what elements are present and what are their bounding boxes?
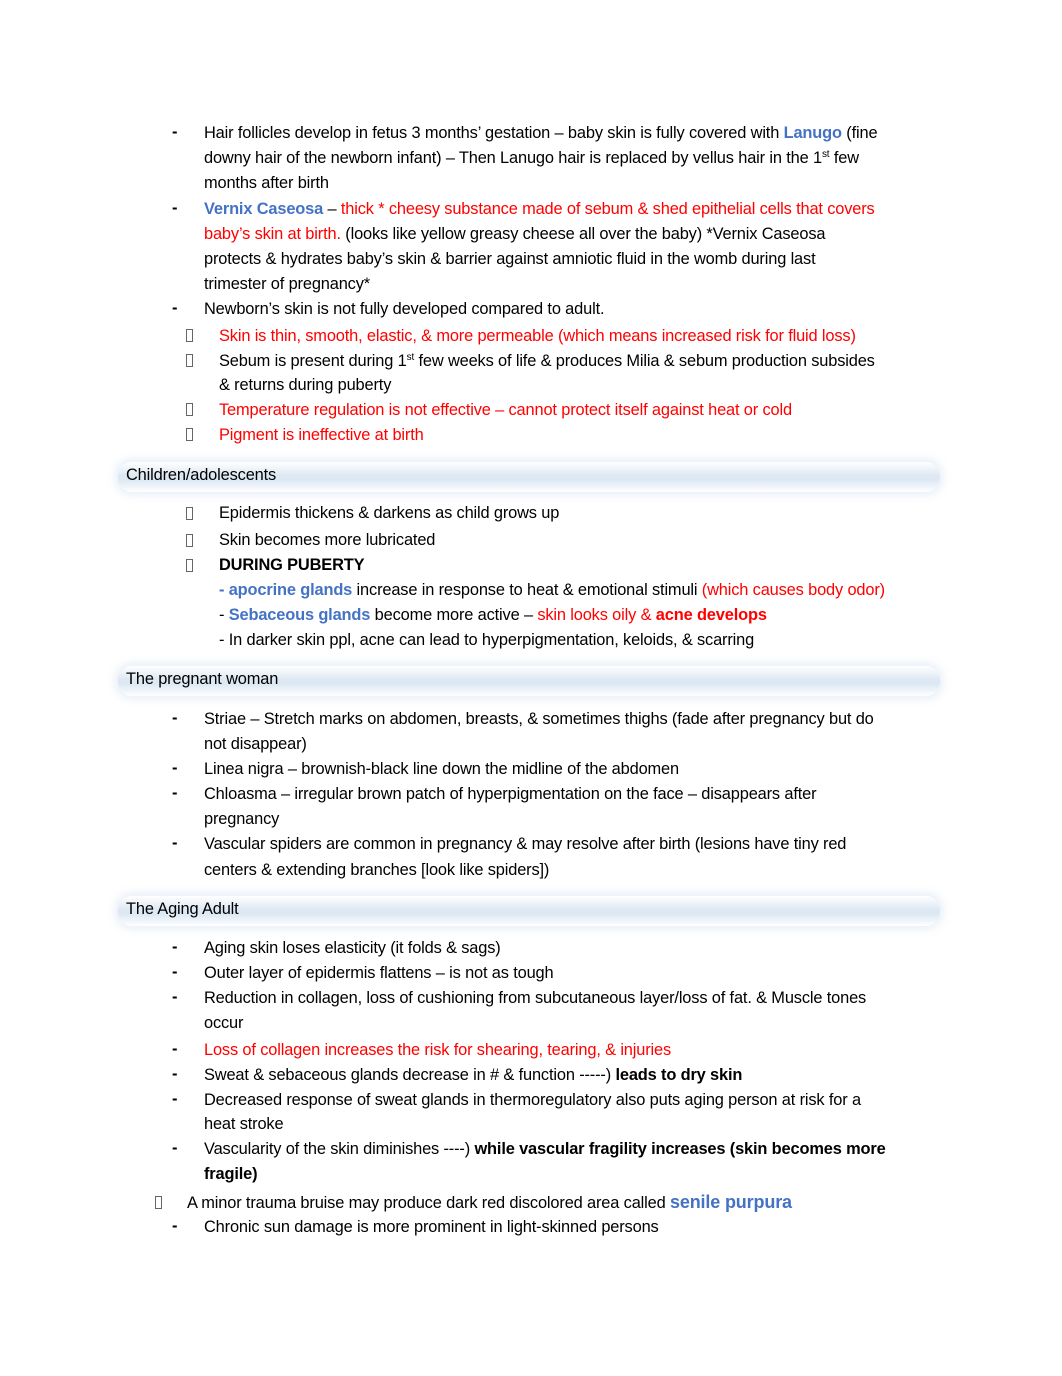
list-item-line: Linea nigra – brownish-black line down t… (204, 760, 679, 778)
dash-bullet-icon: - (172, 1040, 178, 1058)
list-item-line: Striae – Stretch marks on abdomen, breas… (204, 710, 874, 728)
missing-glyph-bullet-icon (186, 532, 193, 548)
dash-bullet-icon: - (172, 759, 178, 777)
list-item-line: months after birth (204, 174, 329, 192)
dash-bullet-icon: - (172, 784, 178, 802)
sub-item-line: Skin becomes more lubricated (219, 531, 436, 549)
dash-bullet-icon: - (172, 1065, 178, 1083)
sub-item-line: DURING PUBERTY (219, 556, 365, 574)
list-item-line: Sweat & sebaceous glands decrease in # &… (204, 1066, 743, 1084)
list-item-line: Outer layer of epidermis flattens – is n… (204, 964, 554, 982)
dash-bullet-icon: - (172, 988, 178, 1006)
list-item-line: Vascular spiders are common in pregnancy… (204, 835, 847, 853)
list-item-line: Hair follicles develop in fetus 3 months… (204, 124, 878, 142)
sub-item-line: & returns during puberty (219, 376, 392, 394)
missing-glyph-bullet-icon (186, 401, 193, 417)
list-item-line: A minor trauma bruise may produce dark r… (187, 1192, 792, 1212)
puberty-line: - In darker skin ppl, acne can lead to h… (219, 631, 755, 649)
term-apocrine-glands: - apocrine glands (219, 581, 353, 599)
puberty-line: - apocrine glands increase in response t… (219, 581, 885, 599)
list-item-line: Aging skin loses elasticity (it folds & … (204, 939, 501, 957)
missing-glyph-bullet-icon (186, 352, 193, 368)
missing-glyph-bullet-icon (155, 1194, 162, 1210)
term-lanugo: Lanugo (783, 124, 842, 142)
list-item-line: centers & extending branches [look like … (204, 861, 550, 879)
list-item-line: Reduction in collagen, loss of cushionin… (204, 989, 867, 1007)
missing-glyph-bullet-icon (186, 426, 193, 442)
missing-glyph-bullet-icon (186, 327, 193, 343)
dash-bullet-icon: - (172, 1139, 178, 1157)
term-vernix-caseosa: Vernix Caseosa (204, 200, 324, 218)
list-item-line: pregnancy (204, 810, 280, 828)
missing-glyph-bullet-icon (186, 557, 193, 573)
dash-bullet-icon: - (172, 199, 178, 217)
heading-band (118, 896, 940, 926)
list-item-line: Chronic sun damage is more prominent in … (204, 1218, 659, 1236)
sub-item-line: Skin is thin, smooth, elastic, & more pe… (219, 327, 856, 345)
dash-bullet-icon: - (172, 938, 178, 956)
dash-bullet-icon: - (172, 1090, 178, 1108)
dash-bullet-icon: - (172, 123, 178, 141)
dash-bullet-icon: - (172, 709, 178, 727)
list-item-line: heat stroke (204, 1115, 284, 1133)
list-item-line: fragile) (204, 1165, 258, 1183)
puberty-line: - Sebaceous glands become more active – … (219, 606, 767, 624)
list-item-line: occur (204, 1014, 244, 1032)
term-senile-purpura: senile purpura (669, 1192, 792, 1212)
section-heading-pregnant: The pregnant woman (126, 670, 279, 688)
sub-item-line: Sebum is present during 1st few weeks of… (219, 352, 875, 370)
list-item-line: trimester of pregnancy* (204, 275, 370, 293)
list-item-line: Vernix Caseosa – thick * cheesy substanc… (204, 200, 875, 218)
document-page: - Hair follicles develop in fetus 3 mont… (0, 0, 1062, 1376)
dash-bullet-icon: - (172, 963, 178, 981)
list-item-line: Loss of collagen increases the risk for … (204, 1041, 672, 1059)
sub-item-line: Pigment is ineffective at birth (219, 426, 424, 444)
missing-glyph-bullet-icon (186, 505, 193, 521)
list-item-line: not disappear) (204, 735, 307, 753)
sub-item-line: Temperature regulation is not effective … (219, 401, 792, 419)
list-item-line: Newborn’s skin is not fully developed co… (204, 300, 605, 318)
sub-item-line: Epidermis thickens & darkens as child gr… (219, 504, 560, 522)
list-item-line: Decreased response of sweat glands in th… (204, 1091, 861, 1109)
term-sebaceous-glands: Sebaceous glands (228, 606, 371, 624)
dash-bullet-icon: - (172, 299, 178, 317)
list-item-line: Vascularity of the skin diminishes ----)… (204, 1140, 886, 1158)
section-heading-aging: The Aging Adult (126, 900, 239, 918)
dash-bullet-icon: - (172, 1217, 178, 1235)
list-item-line: Chloasma – irregular brown patch of hype… (204, 785, 817, 803)
list-item-line: protects & hydrates baby’s skin & barrie… (204, 250, 816, 268)
list-item-line: downy hair of the newborn infant) – Then… (204, 149, 859, 167)
section-heading-children: Children/adolescents (126, 466, 277, 484)
list-item-line: baby’s skin at birth. (looks like yellow… (204, 225, 826, 243)
dash-bullet-icon: - (172, 834, 178, 852)
